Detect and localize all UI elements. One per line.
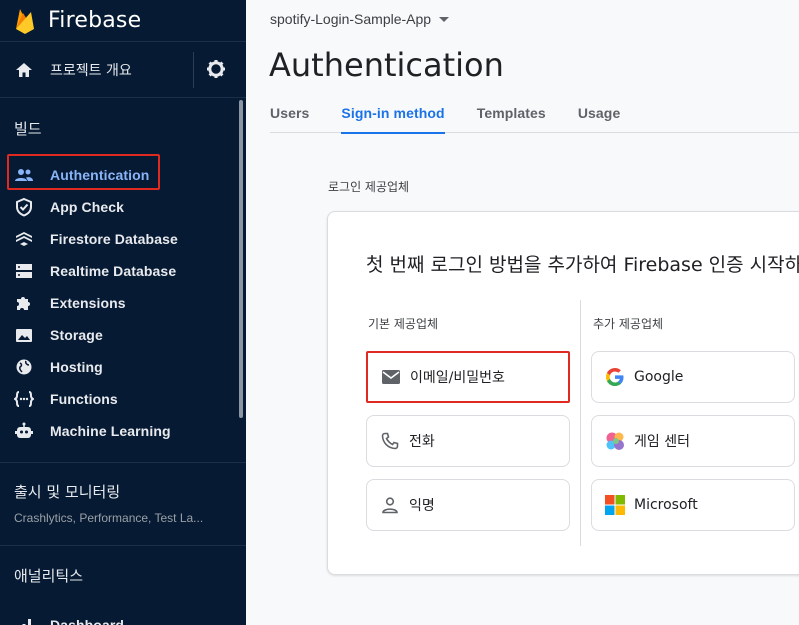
- provider-label: 전화: [409, 434, 435, 450]
- provider-phone[interactable]: 전화: [366, 415, 570, 467]
- sidebar: Firebase 프로젝트 개요 빌드 Authentication App C…: [0, 0, 246, 625]
- database-icon: [14, 261, 34, 281]
- additional-providers-label: 추가 제공업체: [593, 317, 664, 331]
- provider-label: 익명: [409, 498, 435, 514]
- providers-card: 첫 번째 로그인 방법을 추가하여 Firebase 인증 시작하기 기본 제공…: [327, 211, 799, 575]
- firebase-logo-icon: [16, 8, 34, 34]
- sidebar-item-label: Firestore Database: [50, 231, 178, 247]
- sidebar-item-label: App Check: [50, 199, 125, 215]
- provider-label: Google: [634, 369, 684, 385]
- provider-label: 게임 센터: [634, 434, 690, 450]
- main-content: spotify-Login-Sample-App Authentication …: [246, 0, 799, 625]
- brand-name: Firebase: [48, 8, 142, 33]
- highlight-annotation: [7, 154, 160, 190]
- sidebar-item-label: Storage: [50, 327, 103, 343]
- project-overview[interactable]: 프로젝트 개요: [0, 42, 246, 98]
- project-overview-label: 프로젝트 개요: [50, 62, 132, 79]
- sidebar-item-realtime-database[interactable]: Realtime Database: [0, 255, 246, 287]
- divider: [0, 545, 246, 546]
- tab-users[interactable]: Users: [270, 96, 309, 133]
- provider-label: Microsoft: [634, 497, 698, 513]
- sidebar-item-extensions[interactable]: Extensions: [0, 287, 246, 319]
- analytics-section-title[interactable]: 애널리틱스: [0, 565, 246, 586]
- provider-email-password[interactable]: 이메일/비밀번호: [366, 351, 570, 403]
- sidebar-item-firestore[interactable]: Firestore Database: [0, 223, 246, 255]
- sidebar-item-label: Functions: [50, 391, 118, 407]
- globe-icon: [14, 357, 34, 377]
- sidebar-item-label: Machine Learning: [50, 423, 171, 439]
- sidebar-item-label: Realtime Database: [50, 263, 177, 279]
- native-providers-label: 기본 제공업체: [368, 317, 439, 331]
- bar-chart-icon: [14, 615, 34, 625]
- microsoft-icon: [604, 494, 626, 516]
- sidebar-item-machine-learning[interactable]: Machine Learning: [0, 415, 246, 447]
- firestore-icon: [14, 229, 34, 249]
- gear-icon[interactable]: [206, 59, 226, 79]
- release-section-title: 출시 및 모니터링: [14, 483, 121, 501]
- sidebar-item-label: Extensions: [50, 295, 126, 311]
- page-title: Authentication: [269, 46, 504, 84]
- image-folder-icon: [14, 325, 34, 345]
- project-selector[interactable]: spotify-Login-Sample-App: [270, 11, 450, 27]
- sidebar-item-functions[interactable]: Functions: [0, 383, 246, 415]
- column-divider: [580, 300, 581, 546]
- sign-in-providers-label: 로그인 제공업체: [328, 180, 410, 194]
- phone-icon: [379, 430, 401, 452]
- card-title: 첫 번째 로그인 방법을 추가하여 Firebase 인증 시작하기: [366, 254, 799, 276]
- sidebar-item-app-check[interactable]: App Check: [0, 191, 246, 223]
- provider-game-center[interactable]: 게임 센터: [591, 415, 795, 467]
- mail-icon: [380, 366, 402, 388]
- project-name: spotify-Login-Sample-App: [270, 11, 432, 27]
- tab-bar: Users Sign-in method Templates Usage: [270, 96, 799, 134]
- person-icon: [379, 494, 401, 516]
- sidebar-item-storage[interactable]: Storage: [0, 319, 246, 351]
- divider: [193, 52, 194, 88]
- tab-sign-in-method[interactable]: Sign-in method: [341, 96, 445, 134]
- release-section-subtitle: Crashlytics, Performance, Test La...: [14, 511, 204, 525]
- provider-google[interactable]: Google: [591, 351, 795, 403]
- puzzle-icon: [14, 293, 34, 313]
- sidebar-item-dashboard[interactable]: Dashboard: [0, 609, 246, 625]
- sidebar-item-label: Hosting: [50, 359, 103, 375]
- release-monitoring-section[interactable]: 출시 및 모니터링 Crashlytics, Performance, Test…: [0, 463, 246, 525]
- tab-templates[interactable]: Templates: [477, 96, 546, 133]
- functions-icon: [14, 389, 34, 409]
- game-center-icon: [604, 430, 626, 452]
- sidebar-item-hosting[interactable]: Hosting: [0, 351, 246, 383]
- sidebar-item-label: Dashboard: [50, 617, 125, 625]
- provider-microsoft[interactable]: Microsoft: [591, 479, 795, 531]
- robot-icon: [14, 421, 34, 441]
- provider-anonymous[interactable]: 익명: [366, 479, 570, 531]
- sidebar-scrollbar[interactable]: [239, 100, 243, 418]
- caret-down-icon: [439, 16, 450, 22]
- provider-label: 이메일/비밀번호: [410, 370, 505, 386]
- home-icon: [16, 62, 32, 77]
- tab-usage[interactable]: Usage: [578, 96, 621, 133]
- shield-check-icon: [14, 197, 34, 217]
- google-icon: [604, 366, 626, 388]
- brand-header[interactable]: Firebase: [0, 0, 246, 42]
- build-section-title[interactable]: 빌드: [0, 118, 246, 139]
